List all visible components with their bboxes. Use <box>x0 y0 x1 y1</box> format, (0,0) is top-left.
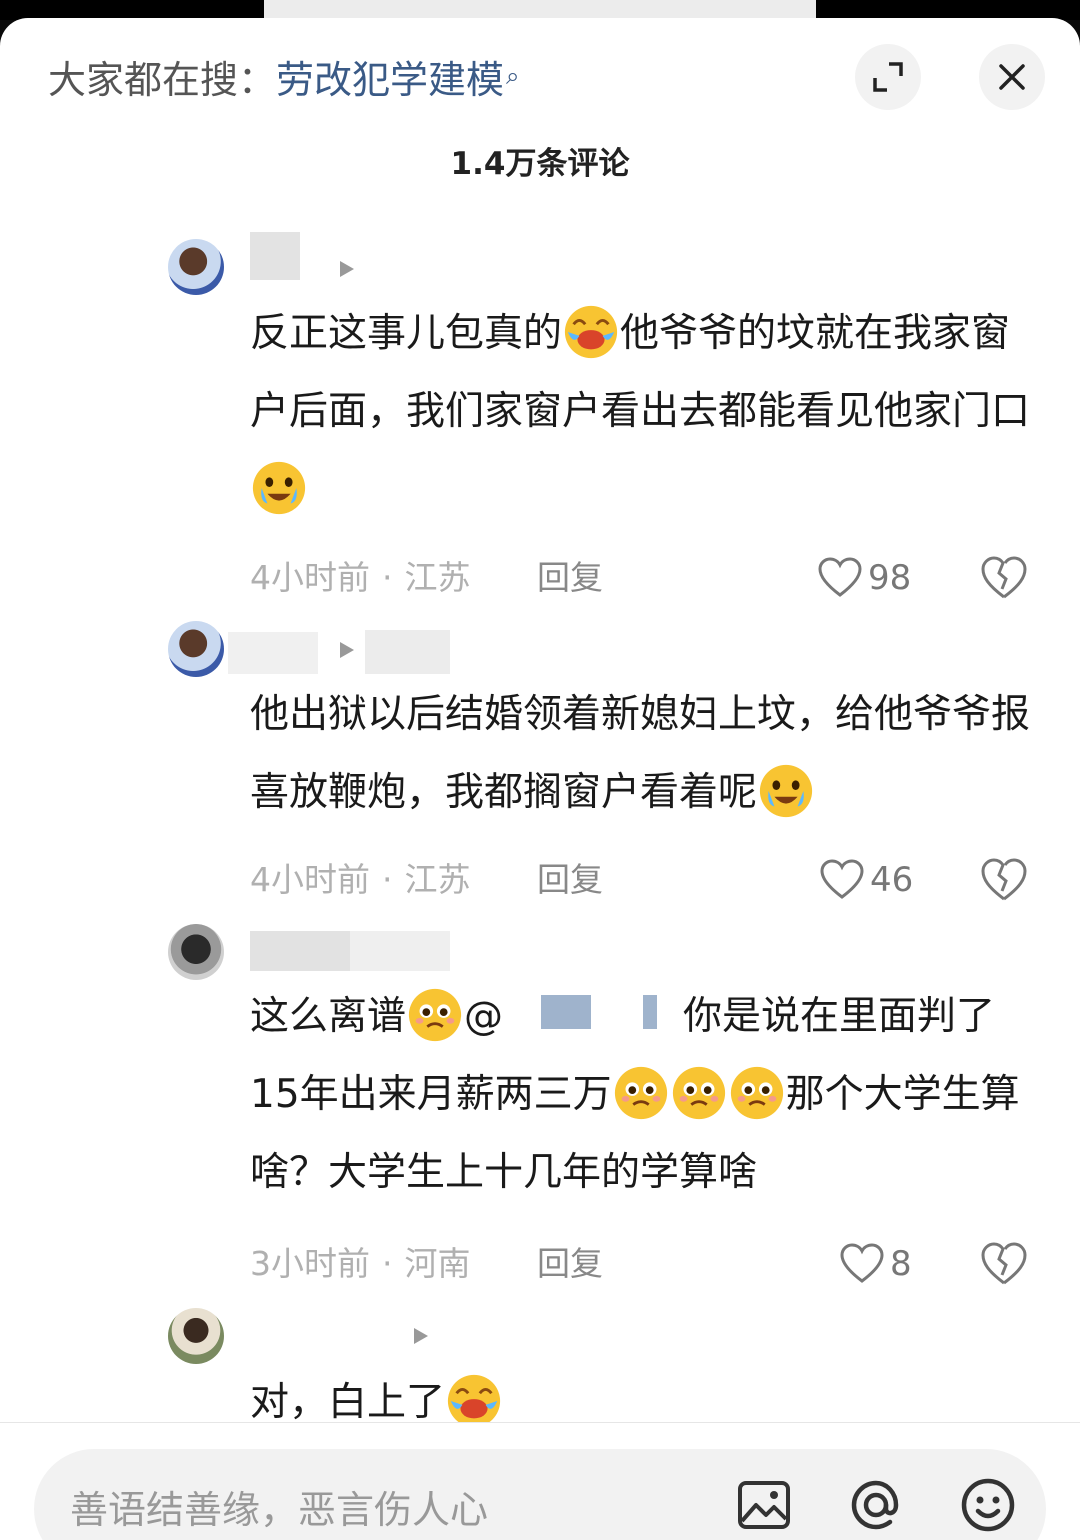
broken-heart-icon[interactable] <box>980 554 1028 602</box>
video-background <box>0 0 1080 20</box>
comment-input-placeholder: 善语结善缘，恶言伤人心 <box>70 1488 489 1532</box>
comment-text-segment: 这么离谱 <box>250 994 407 1039</box>
comment-meta: 3小时前 · 河南 <box>250 1244 471 1283</box>
comment-input-bar: 善语结善缘，恶言伤人心 <box>0 1422 1080 1540</box>
username-redacted-ext <box>350 931 450 971</box>
username-redacted[interactable] <box>250 232 300 280</box>
close-icon <box>999 64 1025 90</box>
play-arrow-icon <box>340 261 354 277</box>
comment-text: 反正这事儿包真的 他爷爷的坟就在我家窗户后面，我们家窗户看出去都能看见他家门口 <box>250 295 1040 529</box>
at-icon[interactable] <box>846 1475 906 1535</box>
comment-sheet: 大家都在搜：劳改犯学建模⌕ 1.4万条评论 反正这事儿包真的 他爷爷的坟就在我家窗… <box>0 18 1080 1540</box>
reply-button[interactable]: 回复 <box>537 855 603 905</box>
mention-symbol: @ <box>464 994 504 1039</box>
reply-button[interactable]: 回复 <box>537 1239 603 1289</box>
search-icon: ⌕ <box>506 62 520 90</box>
avatar[interactable] <box>168 239 224 295</box>
pleading-emoji-icon <box>408 988 462 1041</box>
comment-text: 这么离谱 @ 你是说在里面判了15年出来月薪两三万 那个大学生算啥？大学生上十几年的学… <box>250 978 1040 1212</box>
search-term-link[interactable]: 劳改犯学建模 <box>276 58 504 102</box>
comment-text: 他出狱以后结婚领着新媳妇上坟，给他爷爷报喜放鞭炮，我都搁窗户看着呢 <box>250 676 1040 832</box>
expand-icon <box>873 62 903 92</box>
expand-button[interactable] <box>855 44 921 110</box>
comment-location: 河南 <box>404 1244 471 1283</box>
like-button[interactable]: 46 <box>820 855 913 905</box>
mention-username-redacted[interactable] <box>503 994 683 1035</box>
comment-input[interactable]: 善语结善缘，恶言伤人心 <box>34 1449 1046 1540</box>
heart-icon <box>818 557 862 597</box>
heart-icon <box>820 859 864 899</box>
comment-meta: 4小时前 · 江苏 <box>250 860 471 899</box>
comment-time: 3小时前 <box>250 1244 370 1283</box>
pleading-emoji-icon <box>730 1066 783 1119</box>
search-prefix: 大家都在搜： <box>48 58 277 102</box>
like-button[interactable]: 8 <box>840 1239 912 1289</box>
play-arrow-icon <box>340 642 354 658</box>
comment-meta: 4小时前 · 江苏 <box>250 558 471 597</box>
like-count: 98 <box>868 558 912 598</box>
broken-heart-icon[interactable] <box>980 856 1028 904</box>
like-button[interactable]: 98 <box>818 553 911 603</box>
comment-location: 江苏 <box>404 860 471 899</box>
pleading-emoji-icon <box>672 1066 725 1119</box>
broken-heart-icon[interactable] <box>980 1240 1028 1288</box>
play-arrow-icon <box>414 1328 428 1344</box>
laughing-crying-emoji-icon <box>564 305 618 358</box>
laughing-crying-emoji-icon <box>447 1374 501 1427</box>
comment-text-segment: 反正这事儿包真的 <box>250 311 563 356</box>
emoji-icon[interactable] <box>958 1475 1018 1535</box>
comment-location: 江苏 <box>404 558 471 597</box>
reply-to-username-redacted[interactable] <box>365 630 450 674</box>
comment-time: 4小时前 <box>250 860 370 899</box>
crying-emoji-icon <box>252 461 306 514</box>
like-count: 46 <box>870 860 914 900</box>
avatar[interactable] <box>168 924 224 980</box>
pleading-emoji-icon <box>614 1066 667 1119</box>
comment-text-segment: 他出狱以后结婚领着新媳妇上坟，给他爷爷报喜放鞭炮，我都搁窗户看着呢 <box>250 692 1031 815</box>
comment-time: 4小时前 <box>250 558 370 597</box>
avatar[interactable] <box>168 1308 224 1364</box>
username-redacted[interactable] <box>250 931 350 971</box>
avatar[interactable] <box>168 621 224 677</box>
close-button[interactable] <box>979 44 1045 110</box>
comment-text-segment: 对，白上了 <box>250 1380 446 1425</box>
video-frame-edge <box>264 0 816 20</box>
heart-icon <box>840 1243 884 1283</box>
username-redacted[interactable] <box>228 632 318 674</box>
like-count: 8 <box>890 1244 912 1284</box>
reply-button[interactable]: 回复 <box>537 553 603 603</box>
image-icon[interactable] <box>734 1475 794 1535</box>
comment-count-title: 1.4万条评论 <box>450 146 630 182</box>
crying-emoji-icon <box>759 764 813 817</box>
search-suggestion[interactable]: 大家都在搜：劳改犯学建模⌕ <box>48 56 519 104</box>
